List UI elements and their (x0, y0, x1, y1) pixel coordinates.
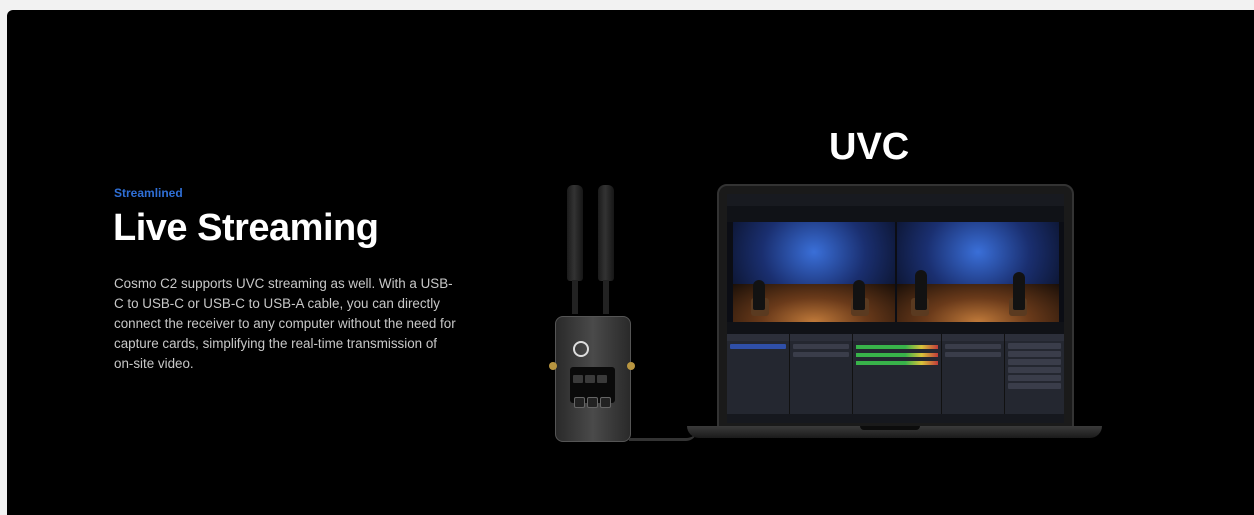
sma-connector (549, 362, 557, 370)
app-menubar (727, 194, 1064, 206)
video-preview (727, 222, 1064, 322)
device-button (573, 375, 583, 383)
section-headline: Live Streaming (113, 207, 379, 249)
device-key (587, 397, 598, 408)
receiver-body (555, 316, 631, 442)
app-dock (727, 334, 1064, 414)
program-scene-image (733, 222, 895, 322)
device-logo-icon (573, 341, 589, 357)
device-button (585, 375, 595, 383)
antenna-right-neck (603, 280, 609, 314)
usb-cable (629, 430, 697, 441)
laptop-notch (860, 426, 920, 430)
audio-mixer-panel (853, 334, 942, 414)
antenna-right (598, 185, 614, 281)
section-description: Cosmo C2 supports UVC streaming as well.… (114, 276, 456, 371)
uvc-label: UVC (829, 126, 910, 168)
antenna-left-neck (572, 280, 578, 314)
feature-section: Streamlined Live Streaming Cosmo C2 supp… (7, 10, 1254, 515)
device-key (600, 397, 611, 408)
controls-panel (1005, 334, 1064, 414)
device-key (574, 397, 585, 408)
scenes-panel (727, 334, 790, 414)
status-bar (727, 414, 1064, 423)
section-eyebrow: Streamlined (114, 186, 183, 200)
sources-panel (790, 334, 853, 414)
sma-connector (627, 362, 635, 370)
laptop-illustration (717, 184, 1074, 431)
antenna-left (567, 185, 583, 281)
transitions-panel (942, 334, 1005, 414)
device-button (597, 375, 607, 383)
preview-scene-image (897, 222, 1059, 322)
laptop-screen (727, 194, 1064, 423)
